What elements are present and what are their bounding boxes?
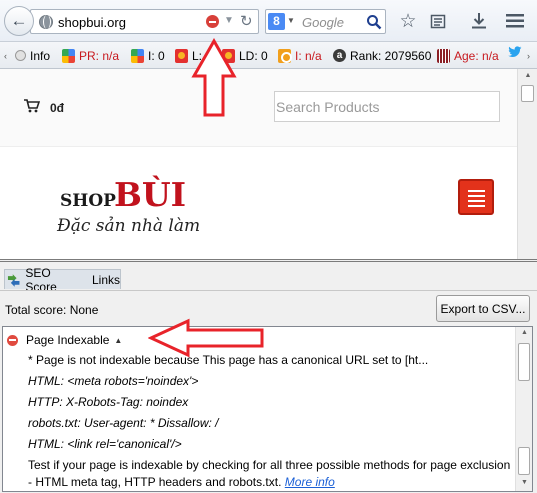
results-scroll-up-icon[interactable]: ▲: [518, 329, 531, 336]
wayback-icon: [437, 48, 450, 63]
seo-info-label: Info: [30, 48, 51, 63]
bing-index-icon: [278, 48, 292, 63]
seo-google-index[interactable]: I: 0: [131, 48, 165, 63]
pagerank-value: PR: n/a: [79, 48, 120, 63]
cart-icon[interactable]: [24, 99, 40, 113]
bing-index-value: I: n/a: [295, 48, 322, 63]
seo-age[interactable]: Age: n/a: [437, 48, 499, 63]
seo-tab-icon: [7, 273, 20, 287]
logo-shop[interactable]: SHOP: [60, 191, 116, 211]
download-icon[interactable]: [469, 11, 489, 31]
result-line-last: - HTML meta tag, HTTP headers and robots…: [28, 475, 335, 489]
reload-icon[interactable]: ↻: [240, 12, 253, 30]
result-line-text: - HTML meta tag, HTTP headers and robots…: [28, 475, 282, 489]
google-pr-icon: [62, 48, 75, 63]
google-index-value: I: 0: [148, 48, 165, 63]
seo-bar-more[interactable]: ›: [527, 48, 530, 63]
google-icon[interactable]: 8: [268, 13, 285, 30]
links-icon: [175, 48, 188, 63]
back-arrow-icon: ←: [10, 11, 28, 30]
google-index-icon: [131, 48, 144, 63]
annotation-arrow-up: [191, 38, 237, 117]
seo-panel-tabs: SEO Score Links: [0, 262, 537, 294]
result-line: HTML: <meta robots='noindex'>: [28, 374, 199, 388]
seo-bing-index[interactable]: I: n/a: [278, 48, 322, 63]
result-line: HTML: <link rel='canonical'/>: [28, 437, 182, 451]
seoquake-toolbar: ‹ Info PR: n/a I: 0 L: 0 LD: 0 I: n/a a …: [0, 42, 537, 69]
result-title[interactable]: Page Indexable: [26, 333, 109, 347]
results-scroll-down-icon[interactable]: ▼: [518, 479, 531, 486]
url-text[interactable]: shopbui.org: [58, 15, 126, 30]
search-placeholder[interactable]: Google: [302, 15, 344, 30]
results-list: Page Indexable ▲ * Page is not indexable…: [2, 326, 533, 492]
age-value: Age: n/a: [454, 48, 499, 63]
score-row: Total score: None Export to CSV...: [0, 290, 537, 324]
search-bar[interactable]: 8 ▼ Google: [265, 9, 386, 34]
page-scroll-thumb[interactable]: [521, 85, 534, 102]
result-line: HTTP: X-Robots-Tag: noindex: [28, 395, 189, 409]
error-icon: [7, 334, 18, 346]
seo-bar-handle[interactable]: ‹: [4, 48, 7, 63]
results-scroll-thumb[interactable]: [518, 343, 530, 381]
annotation-arrow-left: [148, 318, 264, 358]
seo-panel-tab-strip: SEO Score Links: [4, 266, 121, 294]
result-header[interactable]: Page Indexable ▲: [7, 333, 122, 347]
results-scroll-track-segment[interactable]: [518, 447, 530, 475]
web-page-content: 0đ Search Products SHOP BÙI Đặc sản nhà …: [0, 69, 517, 259]
logo-tagline[interactable]: Đặc sản nhà làm: [57, 216, 200, 236]
star-icon[interactable]: ☆: [398, 11, 418, 32]
url-dropdown-icon[interactable]: ▼: [224, 15, 234, 26]
info-icon: [15, 50, 26, 61]
page-scrollbar[interactable]: ▲: [517, 69, 537, 259]
reading-list-icon[interactable]: [428, 11, 448, 31]
tab-links[interactable]: Links: [92, 273, 120, 287]
page-header: 0đ Search Products: [0, 69, 517, 147]
more-info-link[interactable]: More info: [285, 475, 335, 489]
alexa-icon: a: [333, 49, 346, 62]
search-products-input[interactable]: Search Products: [274, 91, 500, 122]
stop-icon[interactable]: [206, 15, 219, 28]
scroll-up-arrow-icon[interactable]: ▲: [521, 72, 535, 82]
results-scrollbar[interactable]: ▲ ▼: [515, 327, 532, 491]
globe-icon[interactable]: [39, 15, 53, 29]
twitter-icon[interactable]: [508, 46, 522, 61]
site-menu-button[interactable]: [458, 179, 494, 215]
total-score: Total score: None: [5, 303, 99, 317]
seo-alexa-rank[interactable]: a Rank: 2079560: [333, 48, 431, 63]
back-button[interactable]: ←: [4, 6, 34, 36]
engine-dropdown-icon[interactable]: ▼: [287, 16, 295, 25]
seo-pagerank[interactable]: PR: n/a: [62, 48, 119, 63]
menu-icon[interactable]: [505, 11, 525, 31]
alexa-rank-value: Rank: 2079560: [350, 48, 432, 63]
magnifier-icon[interactable]: [366, 14, 382, 30]
logo-bui[interactable]: BÙI: [114, 175, 186, 214]
result-line: robots.txt: User-agent: * Dissallow: /: [28, 416, 219, 430]
seo-info[interactable]: Info: [15, 48, 50, 63]
collapse-triangle-icon[interactable]: ▲: [114, 336, 122, 345]
result-line: Test if your page is indexable by checki…: [28, 458, 511, 472]
seo-panel: SEO Score Links Total score: None Export…: [0, 259, 537, 493]
links-domain-value: LD: 0: [239, 48, 268, 63]
url-bar[interactable]: shopbui.org ▼ ↻: [30, 9, 259, 34]
cart-amount[interactable]: 0đ: [50, 101, 64, 115]
export-csv-button[interactable]: Export to CSV...: [436, 295, 530, 322]
navigation-toolbar: shopbui.org ▼ ↻ ← 8 ▼ Google ☆: [0, 0, 537, 42]
